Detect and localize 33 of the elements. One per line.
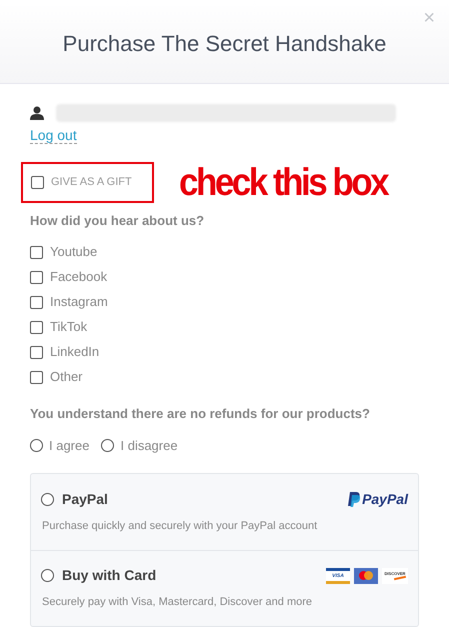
- question-label: You understand there are no refunds for our products?: [30, 404, 371, 423]
- method-description: Purchase quickly and securely with your PayPal account: [42, 518, 318, 534]
- close-button[interactable]: ×: [423, 8, 435, 28]
- radio-button[interactable]: [41, 569, 54, 582]
- radio-button[interactable]: [30, 439, 43, 452]
- paypal-logo: PayPal: [348, 488, 408, 510]
- method-title: PayPal: [62, 490, 108, 509]
- radio-label: I disagree: [120, 437, 178, 455]
- checkbox[interactable]: [30, 320, 43, 334]
- checkbox[interactable]: [30, 346, 43, 358]
- method-title: Buy with Card: [62, 566, 156, 586]
- checkbox[interactable]: [30, 296, 43, 308]
- logout-link[interactable]: Log out: [30, 127, 77, 144]
- option-label: Other: [50, 368, 83, 386]
- radio-button[interactable]: [41, 492, 54, 506]
- radio-button[interactable]: [101, 439, 114, 452]
- annotation-text: check this box: [179, 163, 388, 202]
- option-label: LinkedIn: [50, 343, 100, 362]
- checkbox[interactable]: [30, 270, 43, 284]
- dialog-title: Purchase The Secret Handshake: [62, 30, 386, 58]
- checkbox[interactable]: [30, 246, 43, 258]
- checkbox[interactable]: [31, 176, 44, 189]
- option-label: Facebook: [50, 268, 108, 286]
- option-label: TikTok: [50, 318, 88, 336]
- radio-label: I agree: [49, 437, 90, 455]
- option-label: Instagram: [50, 293, 108, 312]
- question-label: How did you hear about us?: [30, 212, 206, 230]
- method-description: Securely pay with Visa, Mastercard, Discover and more: [42, 595, 314, 610]
- checkbox[interactable]: [30, 370, 43, 384]
- mastercard-logo: [354, 568, 378, 584]
- option-label: Youtube: [50, 243, 98, 262]
- user-icon: [30, 106, 44, 120]
- gift-label: GIVE AS A GIFT: [51, 175, 132, 190]
